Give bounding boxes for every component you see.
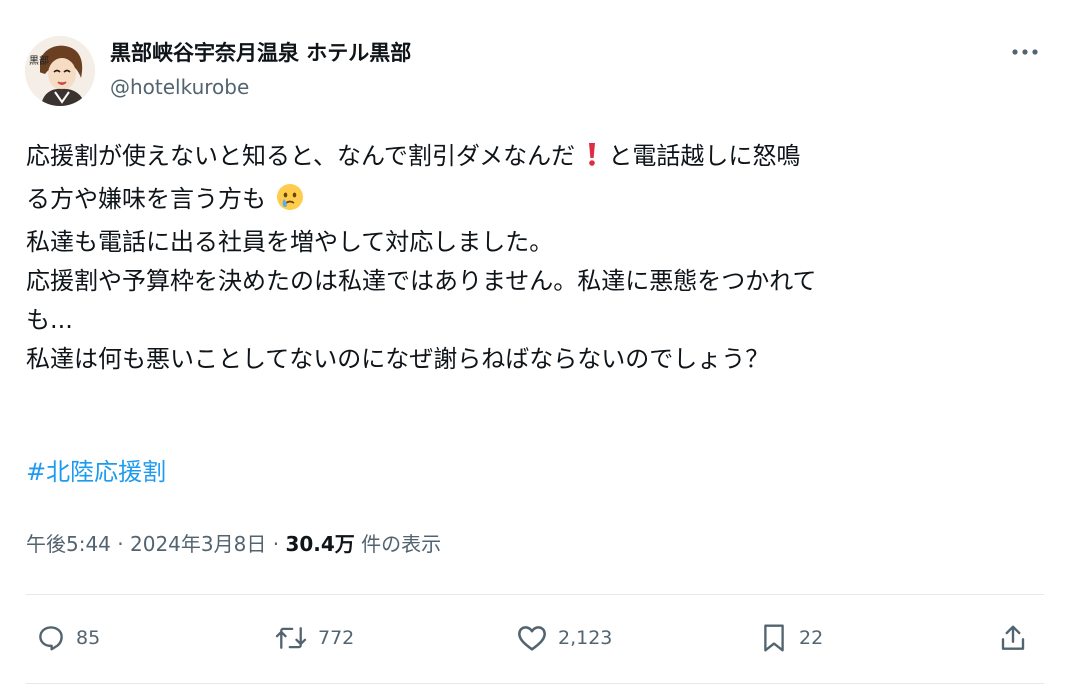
- reply-icon: [39, 626, 63, 651]
- meta-separator: ·: [272, 532, 280, 556]
- tweet-line: も...: [26, 306, 73, 334]
- tweet: 黒部 黒部峡谷宇奈月温泉 ホテル黒部 @hotelkurobe 応援割が使えない…: [0, 0, 1069, 700]
- views-count: 30.4万: [285, 532, 355, 556]
- bookmark-icon: [764, 624, 784, 652]
- action-bar: 85 772 2,123 22: [26, 612, 1044, 664]
- share-icon: [1001, 625, 1025, 650]
- divider: [26, 683, 1044, 684]
- tweet-text-segment: 応援割が使えないと知ると、なんで割引ダメなんだ: [26, 142, 576, 170]
- repost-icon: [275, 627, 307, 649]
- hashtag-link[interactable]: #北陸応援割: [26, 453, 166, 492]
- avatar[interactable]: 黒部: [25, 36, 95, 106]
- share-button[interactable]: [998, 612, 1028, 664]
- bookmark-count: 22: [799, 627, 824, 649]
- exclamation-icon: [585, 140, 599, 180]
- tweet-line: る方や嫌味を言う方も: [26, 180, 1046, 223]
- face-holding-back-tears-icon: [276, 183, 304, 223]
- heart-icon: [518, 626, 546, 651]
- tweet-line: 私達は何も悪いことしてないのになぜ謝らねばならないのでしょう？: [26, 345, 770, 373]
- display-name[interactable]: 黒部峡谷宇奈月温泉 ホテル黒部: [110, 38, 411, 68]
- post-time[interactable]: 午後5:44: [26, 532, 111, 556]
- tweet-text-segment: と電話越しに怒鳴: [608, 142, 801, 170]
- like-button[interactable]: 2,123: [516, 612, 612, 664]
- views-label: 件の表示: [361, 532, 442, 556]
- post-date[interactable]: 2024年3月8日: [130, 532, 266, 556]
- author-block: 黒部峡谷宇奈月温泉 ホテル黒部 @hotelkurobe: [110, 38, 411, 102]
- repost-button[interactable]: 772: [274, 612, 354, 664]
- repost-count: 772: [318, 627, 355, 649]
- bookmark-button[interactable]: 22: [759, 612, 823, 664]
- divider: [26, 594, 1044, 595]
- more-dots-icon: [1012, 49, 1038, 55]
- tweet-line: 応援割が使えないと知ると、なんで割引ダメなんだ と電話越しに怒鳴: [26, 137, 1046, 180]
- avatar-illustration: 黒部: [25, 36, 95, 106]
- tweet-meta: 午後5:44 · 2024年3月8日 · 30.4万 件の表示: [26, 526, 441, 562]
- reply-count: 85: [76, 627, 101, 649]
- tweet-line: 応援割や予算枠を決めたのは私達ではありません。私達に悪態をつかれて: [26, 267, 817, 295]
- more-options-button[interactable]: [1007, 40, 1043, 64]
- user-handle[interactable]: @hotelkurobe: [110, 72, 411, 102]
- tweet-text-segment: る方や嫌味を言う方も: [26, 185, 266, 213]
- reply-button[interactable]: 85: [36, 612, 100, 664]
- tweet-line: 私達も電話に出る社員を増やして対応しました。: [26, 228, 554, 256]
- like-count: 2,123: [558, 627, 613, 649]
- meta-separator: ·: [117, 532, 124, 556]
- tweet-text: 応援割が使えないと知ると、なんで割引ダメなんだ と電話越しに怒鳴 る方や嫌味を言…: [26, 137, 1046, 379]
- avatar-calligraphy: 黒部: [29, 54, 49, 67]
